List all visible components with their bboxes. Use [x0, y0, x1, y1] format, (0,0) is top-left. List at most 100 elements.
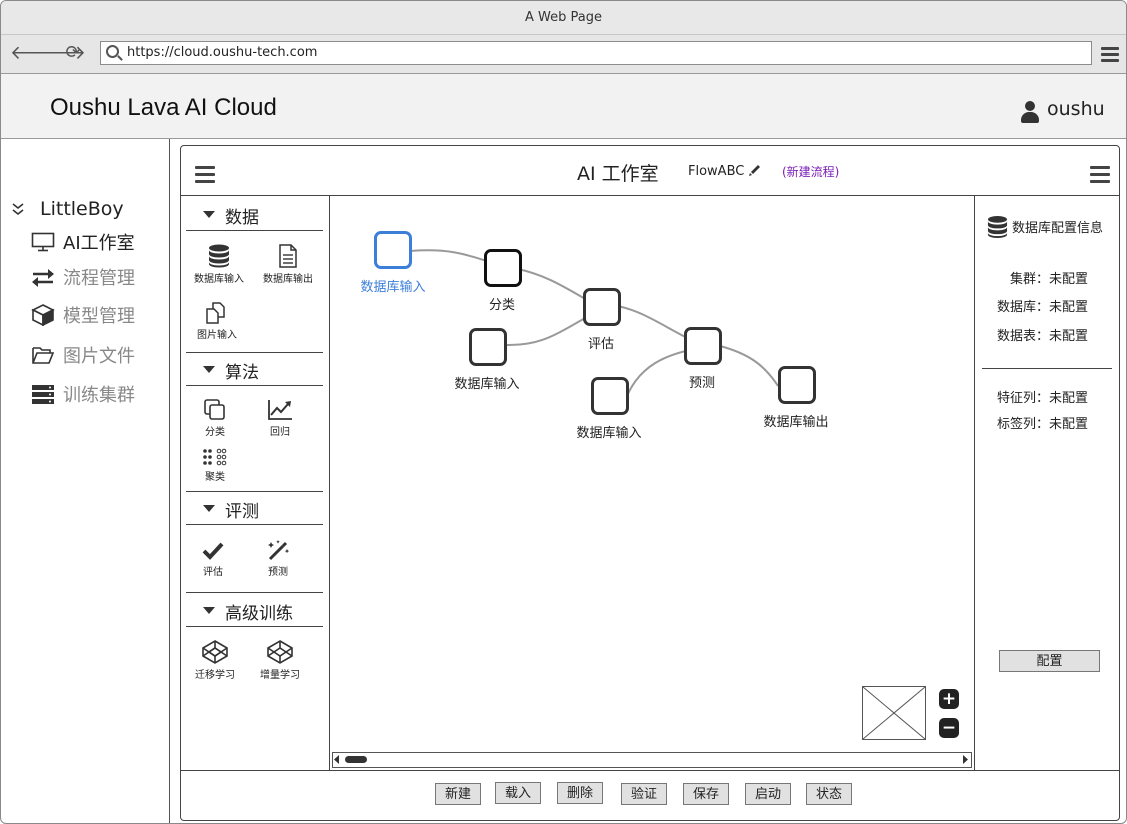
flow-node-db-input[interactable] — [374, 231, 412, 269]
config-title: 数据库配置信息 — [987, 215, 1103, 239]
palette-section-advanced[interactable]: 高级训练 — [186, 594, 323, 627]
sidebar-item-label: 流程管理 — [63, 268, 135, 289]
validate-button[interactable]: 验证 — [621, 783, 667, 805]
menu-icon[interactable] — [195, 166, 215, 183]
caret-down-icon — [203, 211, 215, 218]
tool-label: 分类 — [205, 427, 225, 438]
tool-label: 图片输入 — [197, 330, 237, 341]
user-icon — [1021, 101, 1039, 123]
tool-label: 预测 — [268, 567, 288, 578]
back-arrow-icon[interactable]: 🡐 — [10, 43, 61, 63]
field-value: 未配置 — [1049, 329, 1089, 344]
caret-down-icon — [203, 607, 215, 614]
flow-name[interactable]: FlowABC — [688, 163, 762, 179]
app-header: Oushu Lava AI Cloud oushu — [1, 74, 1126, 139]
tool-label: 聚类 — [205, 472, 225, 483]
tool-transfer-learning[interactable]: 迁移学习 — [183, 640, 247, 681]
palette-section-evaluation[interactable]: 评测 — [186, 492, 323, 525]
check-icon — [202, 542, 224, 560]
load-button[interactable]: 载入 — [495, 782, 541, 804]
flow-node-evaluate[interactable] — [583, 288, 621, 326]
database-icon — [209, 244, 229, 268]
horizontal-scrollbar[interactable] — [332, 752, 972, 768]
node-label: 评估 — [587, 337, 615, 352]
browser-menu-icon[interactable] — [1101, 47, 1119, 62]
component-palette: 数据 数据库输入 数据库输出 图片输入 算法 分类 回归 聚类 评测 评估 预测… — [181, 196, 330, 770]
config-panel: 数据库配置信息 集群：未配置 数据库：未配置 数据表：未配置 特征列：未配置 标… — [974, 196, 1120, 770]
palette-section-data[interactable]: 数据 — [186, 198, 323, 231]
codepen-icon — [267, 640, 293, 664]
flow-node-db-output[interactable] — [778, 366, 816, 404]
section-title: 算法 — [225, 363, 259, 383]
tool-label: 增量学习 — [260, 670, 300, 681]
action-bar: 新建 载入 删除 验证 保存 启动 状态 — [181, 770, 1119, 821]
field-value: 未配置 — [1049, 300, 1089, 315]
section-title: 数据 — [225, 208, 259, 228]
start-button[interactable]: 启动 — [745, 783, 791, 805]
tool-predict[interactable]: 预测 — [246, 539, 310, 578]
tool-regression[interactable]: 回归 — [248, 399, 312, 438]
config-field-table: 数据表：未配置 — [985, 325, 1088, 344]
line-chart-icon — [268, 400, 292, 420]
database-icon — [987, 216, 1008, 238]
new-flow-link[interactable]: (新建流程) — [782, 163, 839, 180]
flow-node-db-input[interactable] — [591, 377, 629, 415]
caret-down-icon — [203, 366, 215, 373]
tool-database-output[interactable]: 数据库输出 — [256, 244, 320, 285]
pencil-icon — [749, 165, 761, 176]
sidebar-root-label: LittleBoy — [40, 198, 124, 220]
server-icon — [32, 385, 54, 404]
config-field-cluster: 集群：未配置 — [985, 268, 1088, 287]
sidebar-item-label: 图片文件 — [63, 346, 135, 367]
flow-node-db-input[interactable] — [469, 328, 507, 366]
flow-node-classification[interactable] — [484, 249, 522, 287]
tool-database-input[interactable]: 数据库输入 — [187, 244, 251, 285]
flow-node-predict[interactable] — [684, 327, 722, 365]
sidebar-item-label: 训练集群 — [63, 385, 135, 406]
reload-icon[interactable]: ⟳ — [63, 43, 83, 63]
tool-label: 数据库输出 — [263, 274, 313, 285]
flow-canvas[interactable]: 数据库输入 分类 数据库输入 评估 数据库输入 预测 数据库输出 + − — [330, 196, 973, 770]
file-text-icon — [279, 244, 297, 268]
tool-incremental-learning[interactable]: 增量学习 — [248, 640, 312, 681]
monitor-icon — [31, 232, 55, 252]
node-label: 预测 — [688, 376, 716, 391]
node-label: 数据库输出 — [763, 415, 829, 430]
studio-header: AI 工作室 FlowABC (新建流程) — [181, 146, 1119, 196]
canvas-minimap[interactable] — [862, 686, 926, 740]
tool-evaluate[interactable]: 评估 — [181, 541, 245, 578]
tool-clustering[interactable]: 聚类 — [183, 448, 247, 483]
palette-section-algorithm[interactable]: 算法 — [186, 353, 323, 386]
clone-icon — [204, 399, 225, 420]
tool-classification[interactable]: 分类 — [183, 399, 247, 438]
configure-button[interactable]: 配置 — [999, 650, 1100, 672]
status-button[interactable]: 状态 — [806, 783, 852, 805]
address-bar[interactable]: https://cloud.oushu-tech.com — [100, 41, 1092, 65]
new-button[interactable]: 新建 — [435, 783, 481, 805]
scroll-left-icon[interactable] — [334, 755, 340, 764]
folder-open-icon — [32, 347, 55, 364]
search-icon — [106, 45, 119, 58]
save-button[interactable]: 保存 — [683, 783, 729, 805]
studio-menu-icon[interactable] — [1090, 166, 1110, 183]
scroll-right-icon[interactable] — [963, 755, 969, 764]
tool-label: 迁移学习 — [195, 670, 235, 681]
field-key: 特征列： — [996, 391, 1049, 406]
section-title: 高级训练 — [225, 604, 293, 624]
zoom-out-button[interactable]: − — [939, 718, 959, 738]
node-label: 数据库输入 — [360, 280, 426, 295]
tool-image-input[interactable]: 图片输入 — [185, 302, 249, 341]
zoom-in-button[interactable]: + — [939, 689, 959, 709]
scrollbar-thumb[interactable] — [345, 756, 367, 763]
config-divider — [982, 368, 1112, 369]
delete-button[interactable]: 删除 — [557, 782, 603, 804]
url-text: https://cloud.oushu-tech.com — [127, 45, 318, 60]
cube-icon — [31, 304, 55, 326]
flow-name-text: FlowABC — [688, 164, 745, 179]
forward-arrow-icon[interactable]: 🡒 — [35, 43, 86, 63]
caret-down-icon — [203, 505, 215, 512]
tool-label: 评估 — [203, 567, 223, 578]
section-title: 评测 — [225, 502, 259, 522]
field-key: 集群： — [1009, 272, 1049, 287]
field-value: 未配置 — [1049, 391, 1089, 406]
